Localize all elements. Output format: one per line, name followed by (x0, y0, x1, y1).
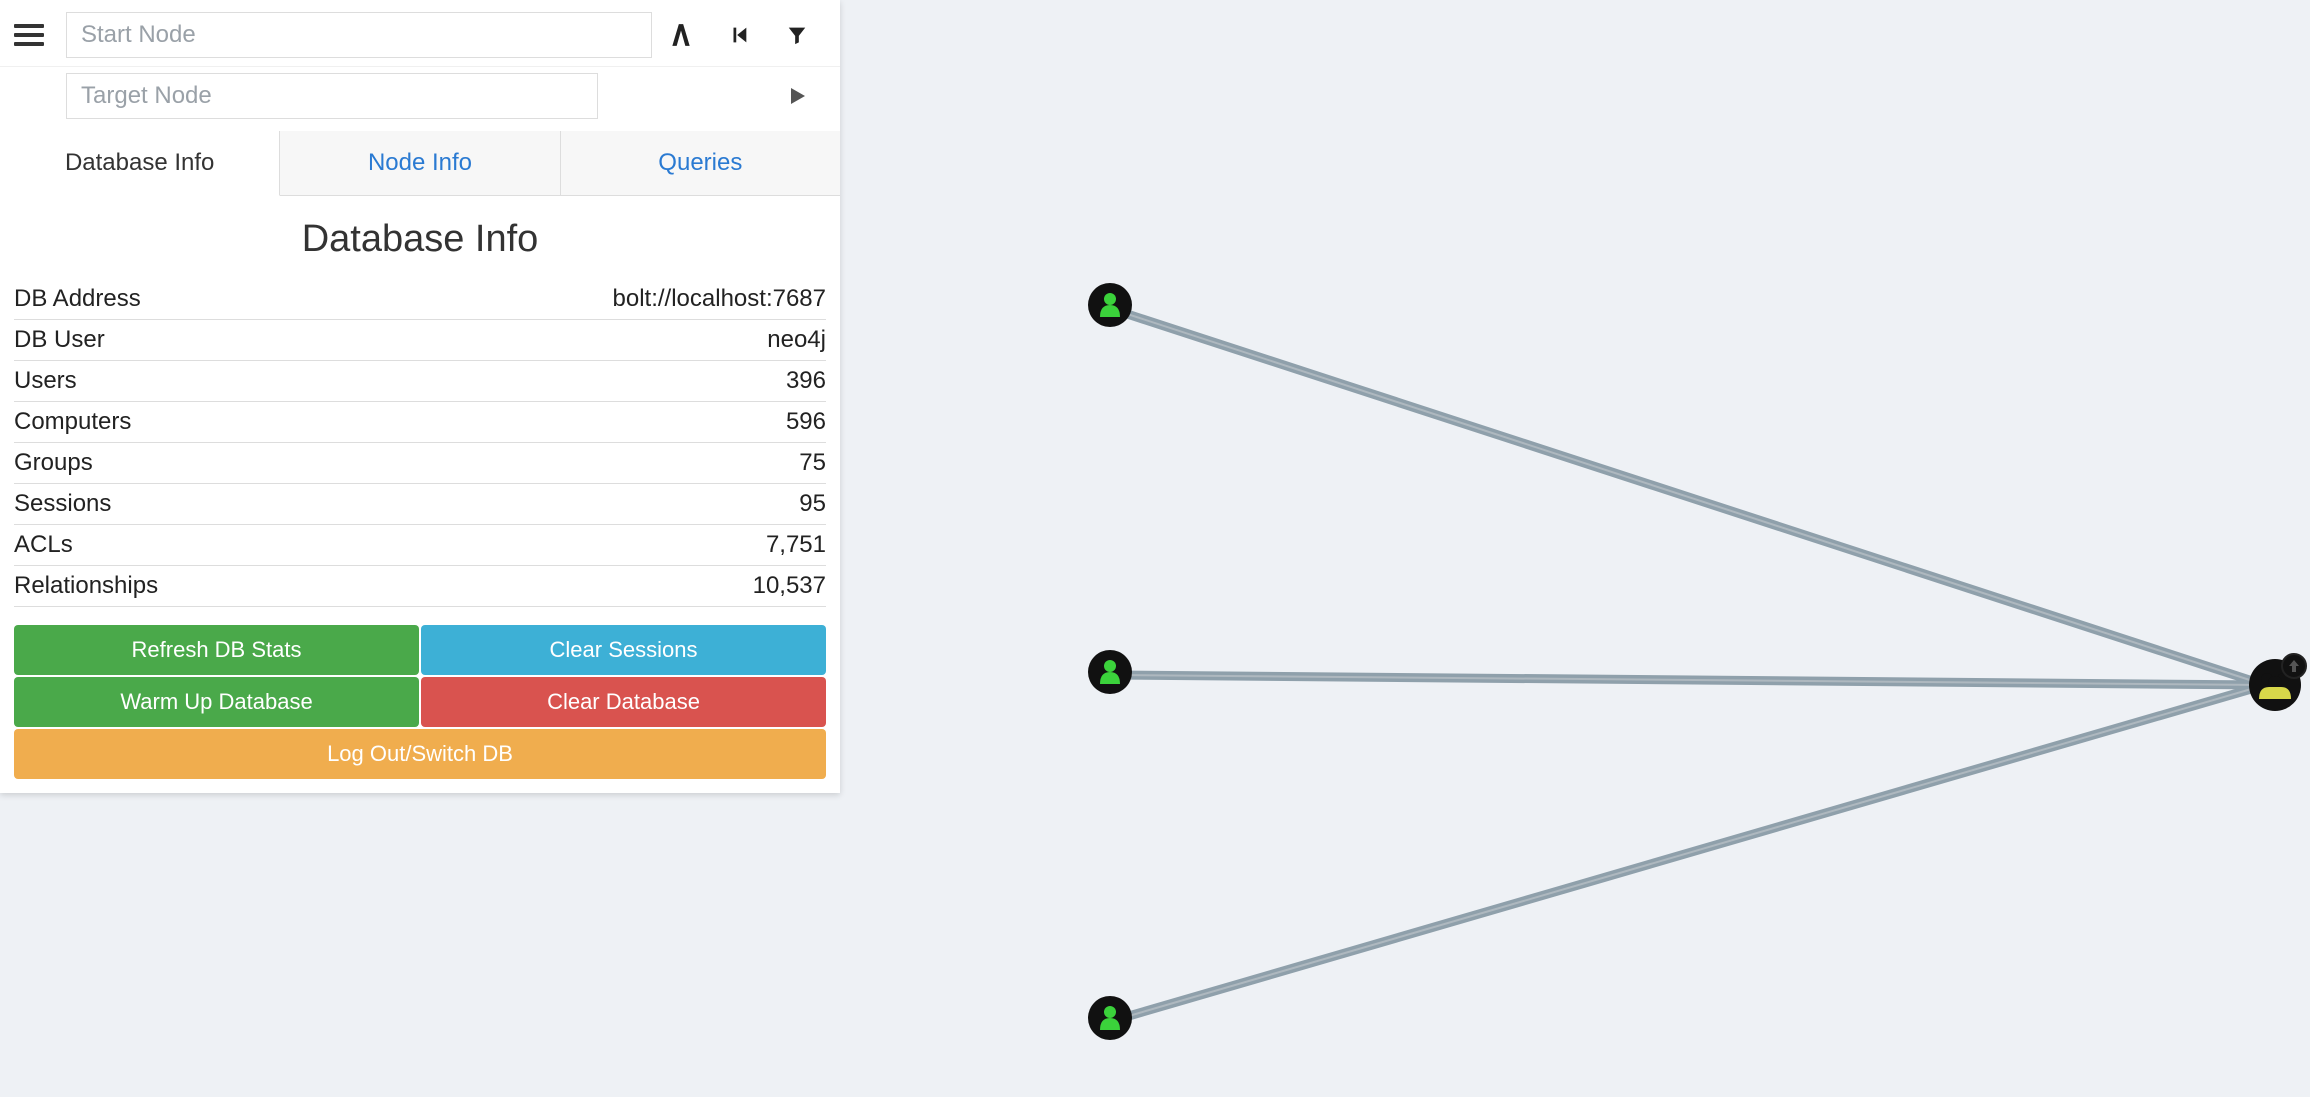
stat-label: DB User (14, 326, 105, 354)
graph-node-user[interactable] (1088, 650, 1132, 694)
stat-db-user: DB User neo4j (14, 320, 826, 361)
stat-label: ACLs (14, 531, 73, 559)
stat-computers: Computers 596 (14, 402, 826, 443)
tabs: Database Info Node Info Queries (0, 131, 840, 196)
stat-db-address: DB Address bolt://localhost:7687 (14, 279, 826, 320)
stat-label: Users (14, 367, 77, 395)
stat-label: Groups (14, 449, 93, 477)
graph-edge (1115, 685, 2265, 1020)
logout-switch-db-button[interactable]: Log Out/Switch DB (14, 729, 826, 779)
stat-value: 596 (786, 408, 826, 436)
clear-sessions-button[interactable]: Clear Sessions (421, 625, 826, 675)
search-row (0, 0, 840, 67)
stat-value: 7,751 (766, 531, 826, 559)
back-icon[interactable] (710, 12, 768, 58)
stat-acls: ACLs 7,751 (14, 525, 826, 566)
graph-edge (1115, 685, 2265, 1020)
refresh-db-stats-button[interactable]: Refresh DB Stats (14, 625, 419, 675)
graph-node-user[interactable] (1088, 283, 1132, 327)
tab-queries[interactable]: Queries (561, 131, 840, 195)
graph-node-user[interactable] (1088, 996, 1132, 1040)
filter-icon[interactable] (768, 12, 826, 58)
left-panel: Database Info Node Info Queries Database… (0, 0, 840, 793)
stat-label: Computers (14, 408, 131, 436)
stat-value: bolt://localhost:7687 (613, 285, 826, 313)
graph-edge (1115, 675, 2265, 685)
target-node-input[interactable] (66, 73, 598, 119)
tab-database-info[interactable]: Database Info (0, 131, 280, 196)
graph-edge (1115, 310, 2265, 685)
graph-node-group[interactable] (2249, 654, 2306, 711)
stat-label: DB Address (14, 285, 141, 313)
start-node-input[interactable] (66, 12, 652, 58)
stat-label: Relationships (14, 572, 158, 600)
stat-value: 75 (799, 449, 826, 477)
stat-sessions: Sessions 95 (14, 484, 826, 525)
graph-edge (1115, 310, 2265, 685)
pathfinding-icon[interactable] (652, 12, 710, 58)
stat-value: neo4j (767, 326, 826, 354)
warm-up-database-button[interactable]: Warm Up Database (14, 677, 419, 727)
stat-value: 396 (786, 367, 826, 395)
stat-value: 95 (799, 490, 826, 518)
stat-users: Users 396 (14, 361, 826, 402)
panel-title: Database Info (14, 218, 826, 261)
play-icon[interactable] (768, 73, 826, 119)
stat-relationships: Relationships 10,537 (14, 566, 826, 607)
clear-database-button[interactable]: Clear Database (421, 677, 826, 727)
menu-icon[interactable] (14, 24, 44, 46)
graph-edge (1115, 675, 2265, 685)
target-row (0, 67, 840, 131)
stat-label: Sessions (14, 490, 111, 518)
stat-value: 10,537 (753, 572, 826, 600)
button-grid: Refresh DB Stats Clear Sessions Warm Up … (14, 625, 826, 779)
panel-body: Database Info DB Address bolt://localhos… (0, 196, 840, 793)
tab-node-info[interactable]: Node Info (280, 131, 560, 195)
stat-groups: Groups 75 (14, 443, 826, 484)
